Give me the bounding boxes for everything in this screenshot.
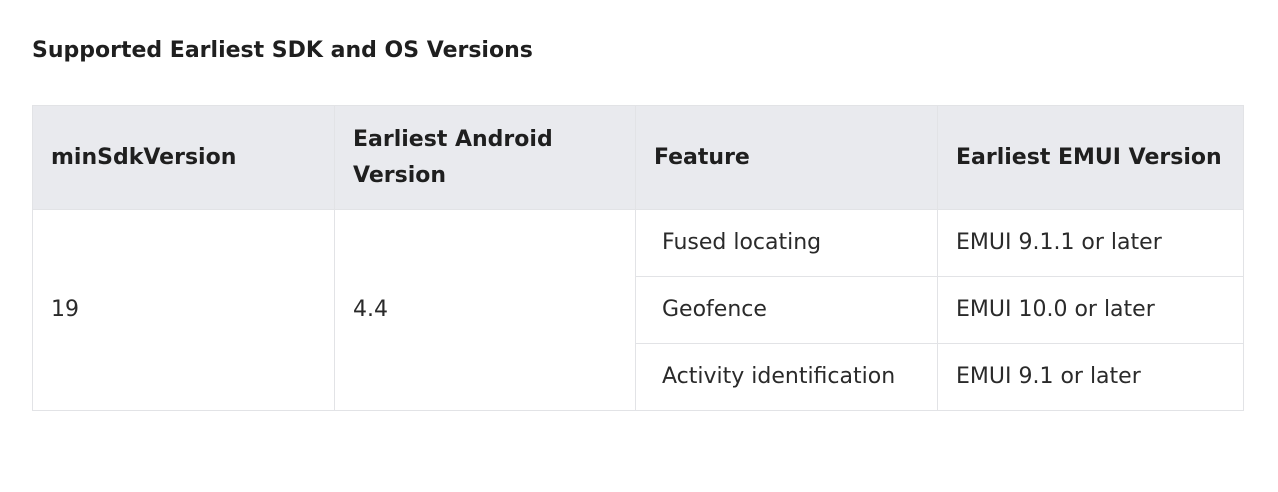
- feature-cell: Activity identification: [635, 343, 938, 411]
- table-row: 19 4.4 Fused locating EMUI 9.1.1 or late…: [32, 209, 1244, 411]
- section-title: Supported Earliest SDK and OS Versions: [32, 38, 533, 63]
- min-sdk-version-cell: 19: [32, 209, 335, 411]
- table-body: 19 4.4 Fused locating EMUI 9.1.1 or late…: [32, 209, 1244, 411]
- table-header: minSdkVersion Earliest Android Version F…: [32, 105, 1244, 210]
- header-min-sdk-version: minSdkVersion: [32, 105, 335, 210]
- header-earliest-emui-version: Earliest EMUI Version: [937, 105, 1244, 210]
- feature-cell: Fused locating: [635, 209, 938, 277]
- header-feature: Feature: [635, 105, 938, 210]
- versions-table: minSdkVersion Earliest Android Version F…: [32, 105, 1244, 411]
- table-header-row: minSdkVersion Earliest Android Version F…: [32, 105, 1244, 210]
- header-earliest-android-version: Earliest Android Version: [334, 105, 636, 210]
- earliest-android-version-cell: 4.4: [334, 209, 636, 411]
- emui-version-cell: EMUI 9.1.1 or later: [937, 209, 1244, 277]
- emui-version-cell: EMUI 10.0 or later: [937, 276, 1244, 344]
- emui-version-cell: EMUI 9.1 or later: [937, 343, 1244, 411]
- feature-cell: Geofence: [635, 276, 938, 344]
